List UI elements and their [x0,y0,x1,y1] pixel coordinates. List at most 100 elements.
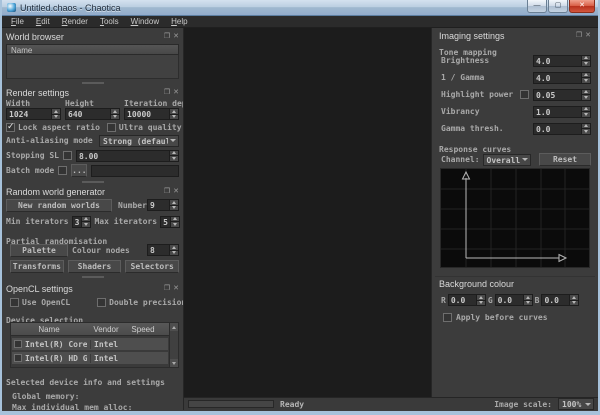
dock-float-icon[interactable]: ❐ [164,33,170,41]
spin-down-icon[interactable] [582,111,590,117]
highlight-power-field[interactable]: 0.05 [533,89,591,101]
section-splitter[interactable] [2,79,183,86]
minimize-button[interactable]: — [527,0,547,13]
spinner[interactable] [169,109,178,119]
spin-down-icon[interactable] [171,221,179,227]
spin-down-icon[interactable] [582,60,590,66]
dock-float-icon[interactable]: ❐ [164,89,170,97]
ultra-quality-checkbox[interactable] [107,123,116,132]
spin-down-icon[interactable] [52,114,60,120]
spin-down-icon[interactable] [582,128,590,134]
dock-float-icon[interactable]: ❐ [164,188,170,196]
spin-down-icon[interactable] [524,300,532,306]
device-checkbox[interactable] [14,354,22,362]
spin-down-icon[interactable] [170,205,178,211]
spin-down-icon[interactable] [82,221,90,227]
spinner[interactable] [581,73,590,83]
lock-aspect-checkbox[interactable]: ✓ [6,123,15,132]
palette-button[interactable]: Palette [10,244,68,257]
height-field[interactable]: 640 [65,108,120,120]
bg-g-field[interactable]: 0.0 [495,294,533,306]
width-field[interactable]: 1024 [6,108,61,120]
spinner[interactable] [110,109,119,119]
device-row[interactable]: Intel(R) HD Grap... Intel [12,352,168,364]
dock-close-icon[interactable]: ✕ [585,32,591,40]
spinner[interactable] [169,245,178,255]
spin-down-icon[interactable] [170,155,178,161]
section-splitter[interactable] [2,273,183,280]
close-button[interactable]: ✕ [569,0,595,13]
spin-down-icon[interactable] [582,77,590,83]
brightness-field[interactable]: 4.0 [533,55,591,67]
spinner[interactable] [569,295,578,305]
render-view[interactable] [184,28,431,397]
iteration-depth-field[interactable]: 10000 [124,108,179,120]
spinner[interactable] [581,56,590,66]
device-table-scrollbar[interactable] [169,323,178,367]
gamma-field[interactable]: 4.0 [533,72,591,84]
channel-dropdown[interactable]: Overall [483,154,531,166]
gamma-thresh-field[interactable]: 0.0 [533,123,591,135]
section-splitter[interactable] [2,178,183,185]
bg-r-field[interactable]: 0.0 [448,294,486,306]
stopping-sl-checkbox[interactable] [63,151,72,160]
max-iterators-field[interactable]: 5 [160,216,180,228]
browse-button[interactable]: ... [71,164,87,177]
dock-close-icon[interactable]: ✕ [173,188,179,196]
device-table-header[interactable]: Name Vendor Speed [11,323,178,336]
transforms-button[interactable]: Transforms [10,260,64,273]
use-opencl-checkbox[interactable] [10,298,19,307]
batch-path-field[interactable] [91,165,179,177]
spin-down-icon[interactable] [582,94,590,100]
menu-window[interactable]: Window [125,17,165,26]
apply-before-curves-checkbox[interactable] [443,313,452,322]
vibrancy-field[interactable]: 1.0 [533,106,591,118]
spinner[interactable] [81,217,90,227]
maximize-button[interactable]: ▢ [548,0,568,13]
image-scale-dropdown[interactable]: 100% [558,398,594,410]
spinner[interactable] [581,90,590,100]
device-checkbox[interactable] [14,340,22,348]
menu-render[interactable]: Render [56,17,94,26]
menu-file[interactable]: File [5,17,30,26]
spinner[interactable] [169,200,178,210]
dock-close-icon[interactable]: ✕ [173,89,179,97]
aa-mode-dropdown[interactable]: Strong (default) [99,135,179,147]
spinner[interactable] [51,109,60,119]
spin-down-icon[interactable] [111,114,119,120]
colour-nodes-field[interactable]: 8 [147,244,179,256]
shaders-button[interactable]: Shaders [68,260,122,273]
batch-mode-checkbox[interactable] [58,166,67,175]
min-iterators-field[interactable]: 3 [72,216,92,228]
reset-button[interactable]: Reset [539,153,591,166]
highlight-power-checkbox[interactable] [520,90,529,99]
number-field[interactable]: 9 [147,199,179,211]
response-curve-editor[interactable] [440,168,590,268]
menu-tools[interactable]: Tools [94,17,125,26]
world-list-name-column[interactable]: Name [6,44,179,55]
spinner[interactable] [476,295,485,305]
selectors-button[interactable]: Selectors [125,260,179,273]
dock-float-icon[interactable]: ❐ [576,32,582,40]
scroll-down-icon[interactable] [170,359,178,367]
spinner[interactable] [581,107,590,117]
bg-b-field[interactable]: 0.0 [541,294,579,306]
double-precision-checkbox[interactable] [97,298,106,307]
spin-down-icon[interactable] [170,114,178,120]
spinner[interactable] [523,295,532,305]
stopping-sl-field[interactable]: 8.00 [76,150,179,162]
scroll-up-icon[interactable] [170,323,178,331]
spinner[interactable] [170,217,179,227]
device-row[interactable]: Intel(R) Core(TM)... Intel [12,338,168,350]
spinner[interactable] [169,151,178,161]
spinner[interactable] [581,124,590,134]
new-random-worlds-button[interactable]: New random worlds [6,199,112,212]
spin-down-icon[interactable] [477,300,485,306]
spin-down-icon[interactable] [170,250,178,256]
menu-help[interactable]: Help [165,17,193,26]
menu-edit[interactable]: Edit [30,17,56,26]
world-list[interactable] [6,55,179,79]
dock-close-icon[interactable]: ✕ [173,285,179,293]
spin-down-icon[interactable] [570,300,578,306]
dock-close-icon[interactable]: ✕ [173,33,179,41]
